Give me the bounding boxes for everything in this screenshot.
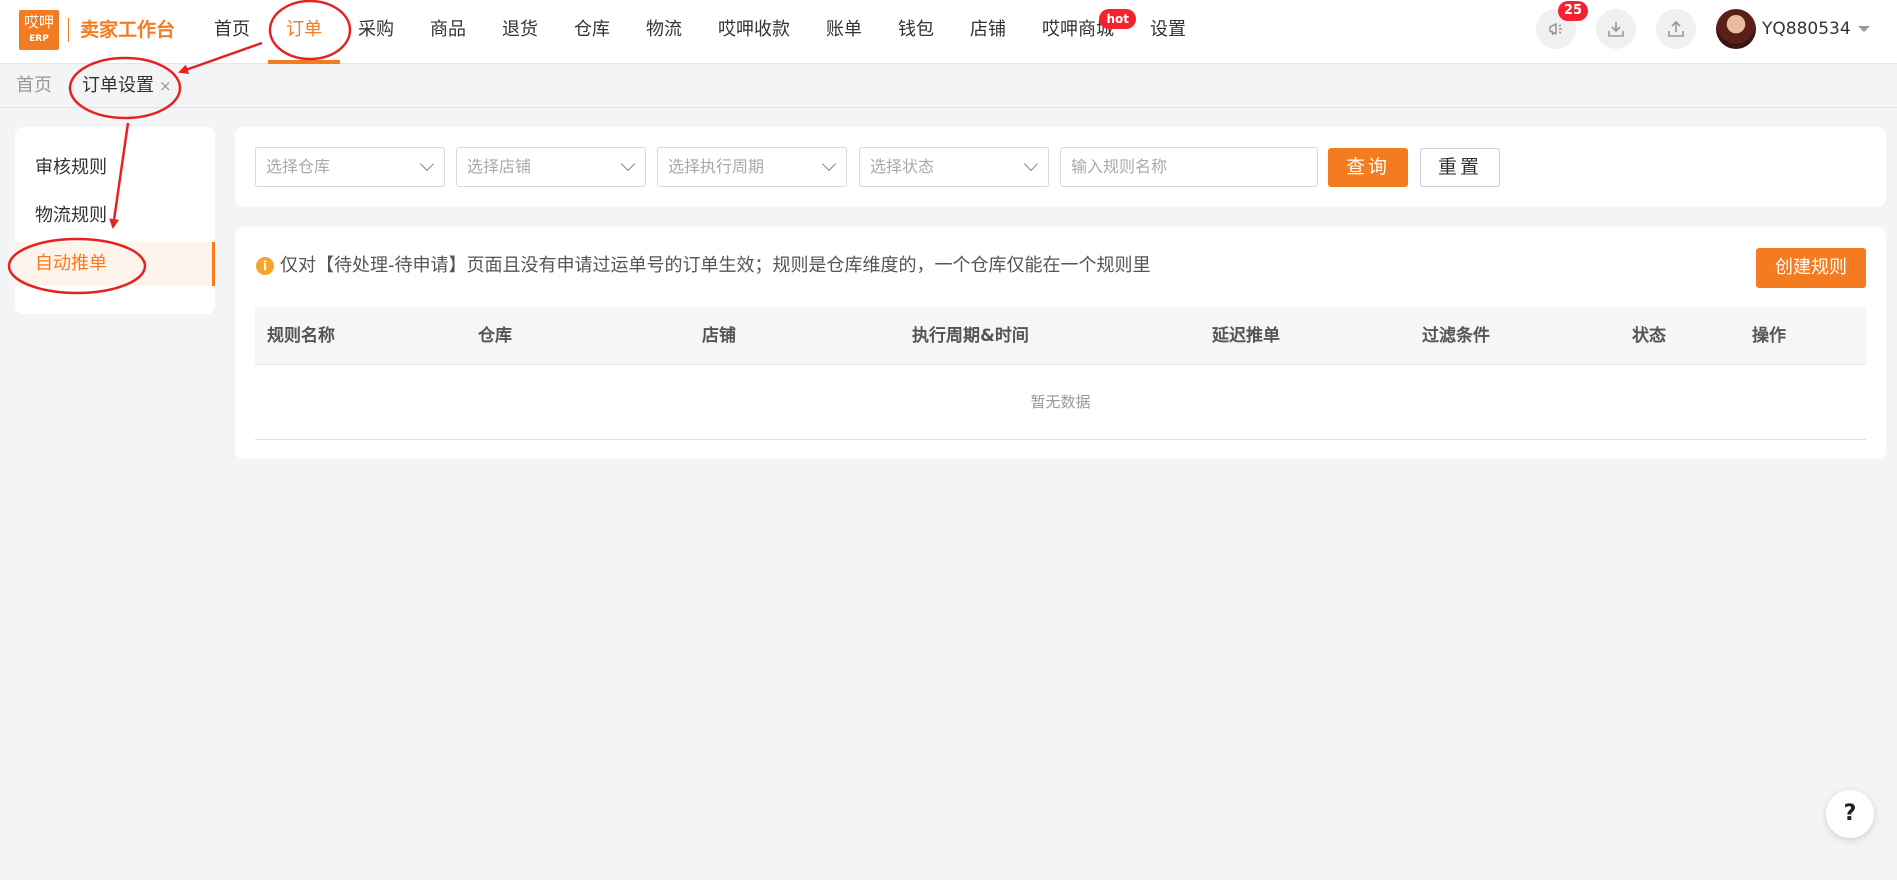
sidebar-item-label: 物流规则 bbox=[35, 205, 107, 226]
nav-orders[interactable]: 订单 bbox=[268, 0, 340, 64]
sidebar-item-logistics-rules[interactable]: 物流规则 bbox=[15, 194, 215, 238]
nav-stores[interactable]: 店铺 bbox=[952, 0, 1024, 64]
empty-state: 暂无数据 bbox=[1030, 393, 1091, 411]
settings-sidebar: 审核规则 物流规则 自动推单 bbox=[15, 127, 215, 314]
app-title: 卖家工作台 bbox=[80, 19, 176, 41]
nav-logistics[interactable]: 物流 bbox=[628, 0, 700, 64]
nav-products[interactable]: 商品 bbox=[412, 0, 484, 64]
tab-home[interactable]: 首页 bbox=[16, 64, 52, 108]
column-header-store: 店铺 bbox=[702, 326, 736, 346]
column-header-filter: 过滤条件 bbox=[1422, 326, 1490, 346]
rule-name-input[interactable]: 输入规则名称 bbox=[1060, 147, 1318, 187]
main-nav: 首页 订单 采购 商品 退货 仓库 物流 哎呷收款 账单 钱包 店铺 哎呷商城 … bbox=[196, 0, 1204, 64]
sidebar-item-label: 审核规则 bbox=[35, 157, 107, 178]
logo-subtext: ERP bbox=[29, 34, 49, 44]
nav-home[interactable]: 首页 bbox=[196, 0, 268, 64]
logo-text: 哎呷 bbox=[23, 13, 54, 31]
app-logo[interactable]: 哎呷 ERP bbox=[19, 10, 59, 50]
info-icon: i bbox=[256, 257, 274, 275]
store-select-placeholder: 选择店铺 bbox=[467, 157, 532, 176]
column-header-rule-name: 规则名称 bbox=[267, 326, 335, 346]
period-select-placeholder: 选择执行周期 bbox=[668, 157, 765, 176]
column-header-schedule: 执行周期&时间 bbox=[912, 326, 1029, 346]
nav-returns[interactable]: 退货 bbox=[484, 0, 556, 64]
announcement-button[interactable]: 25 bbox=[1536, 1, 1588, 49]
query-button[interactable]: 查询 bbox=[1328, 148, 1408, 187]
status-select[interactable]: 选择状态 bbox=[859, 147, 1049, 187]
store-select[interactable]: 选择店铺 bbox=[456, 147, 646, 187]
table-header: 规则名称 仓库 店铺 执行周期&时间 延迟推单 过滤条件 状态 操作 bbox=[255, 307, 1866, 365]
username[interactable]: YQ880534 bbox=[1762, 16, 1851, 42]
tab-order-settings[interactable]: 订单设置 bbox=[82, 64, 154, 108]
warehouse-select-placeholder: 选择仓库 bbox=[266, 157, 331, 176]
close-icon[interactable]: × bbox=[159, 64, 172, 108]
help-button[interactable]: ? bbox=[1826, 790, 1874, 838]
table-body: 暂无数据 bbox=[255, 365, 1866, 440]
top-header: 哎呷 ERP 卖家工作台 首页 订单 采购 商品 退货 仓库 物流 哎呷收款 账… bbox=[0, 0, 1897, 64]
chevron-down-icon bbox=[620, 156, 636, 172]
notification-count-badge: 25 bbox=[1557, 1, 1588, 21]
page-tabs: 首页 订单设置 × bbox=[0, 64, 1897, 108]
sidebar-item-review-rules[interactable]: 审核规则 bbox=[15, 146, 215, 190]
nav-wallet[interactable]: 钱包 bbox=[880, 0, 952, 64]
nav-settings[interactable]: 设置 bbox=[1132, 0, 1204, 64]
upload-button[interactable] bbox=[1656, 9, 1696, 49]
filter-panel: 选择仓库 选择店铺 选择执行周期 选择状态 输入规则名称 查询 重置 bbox=[235, 127, 1886, 207]
avatar[interactable] bbox=[1716, 9, 1756, 49]
create-rule-button[interactable]: 创建规则 bbox=[1756, 248, 1866, 288]
column-header-status: 状态 bbox=[1632, 326, 1666, 346]
nav-purchase[interactable]: 采购 bbox=[340, 0, 412, 64]
logo-divider bbox=[68, 18, 69, 42]
column-header-warehouse: 仓库 bbox=[478, 326, 512, 346]
nav-warehouse[interactable]: 仓库 bbox=[556, 0, 628, 64]
download-icon bbox=[1608, 22, 1624, 37]
chevron-down-icon bbox=[821, 156, 837, 172]
reset-button[interactable]: 重置 bbox=[1420, 148, 1500, 187]
hot-badge: hot bbox=[1099, 9, 1136, 29]
nav-payments[interactable]: 哎呷收款 bbox=[700, 0, 808, 64]
sidebar-item-label: 自动推单 bbox=[35, 253, 107, 274]
status-select-placeholder: 选择状态 bbox=[870, 157, 935, 176]
megaphone-icon bbox=[1549, 23, 1562, 36]
notice-text: 仅对【待处理-待申请】页面且没有申请过运单号的订单生效；规则是仓库维度的，一个仓… bbox=[280, 255, 1151, 276]
warehouse-select[interactable]: 选择仓库 bbox=[255, 147, 445, 187]
period-select[interactable]: 选择执行周期 bbox=[657, 147, 847, 187]
upload-icon bbox=[1668, 20, 1684, 37]
chevron-down-icon[interactable] bbox=[1858, 26, 1870, 32]
column-header-actions: 操作 bbox=[1752, 326, 1786, 346]
download-button[interactable] bbox=[1596, 9, 1636, 49]
chevron-down-icon bbox=[1023, 156, 1039, 172]
nav-mall[interactable]: 哎呷商城 hot bbox=[1024, 0, 1136, 64]
rules-panel: i 仅对【待处理-待申请】页面且没有申请过运单号的订单生效；规则是仓库维度的，一… bbox=[235, 227, 1886, 459]
column-header-delay: 延迟推单 bbox=[1212, 326, 1280, 346]
sidebar-item-auto-push[interactable]: 自动推单 bbox=[15, 242, 215, 286]
rules-table: 规则名称 仓库 店铺 执行周期&时间 延迟推单 过滤条件 状态 操作 暂无数据 bbox=[255, 307, 1866, 440]
chevron-down-icon bbox=[419, 156, 435, 172]
nav-bills[interactable]: 账单 bbox=[808, 0, 880, 64]
